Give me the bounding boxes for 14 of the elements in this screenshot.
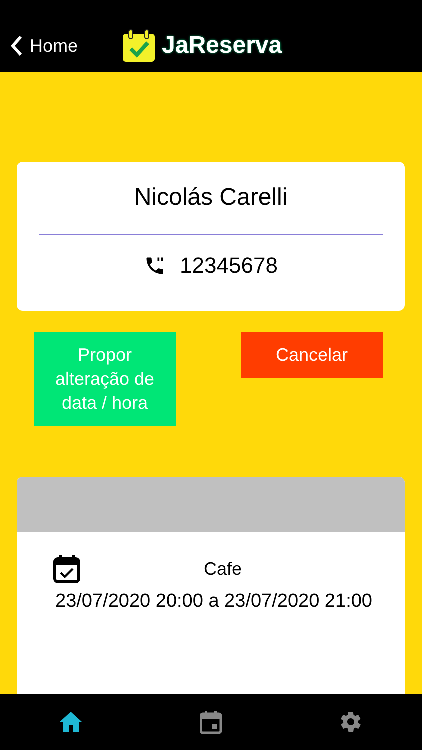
- chevron-left-icon: [10, 35, 24, 57]
- calendar-check-icon: [53, 554, 81, 584]
- back-button[interactable]: Home: [10, 35, 78, 57]
- home-icon: [58, 710, 83, 734]
- app-title: JaReserva: [162, 32, 282, 60]
- contact-name: Nicolás Carelli: [133, 184, 289, 212]
- calendar-icon: [200, 710, 222, 734]
- calendar-check-icon: [122, 29, 156, 63]
- cancel-button[interactable]: Cancelar: [241, 332, 383, 378]
- reservation-period: 23/07/2020 20:00 a 23/07/2020 21:00: [54, 590, 374, 614]
- settings-icon: [339, 710, 364, 734]
- phone-number: 12345678: [180, 253, 278, 279]
- phone-icon: [144, 255, 166, 277]
- place-name: Cafe: [202, 558, 244, 580]
